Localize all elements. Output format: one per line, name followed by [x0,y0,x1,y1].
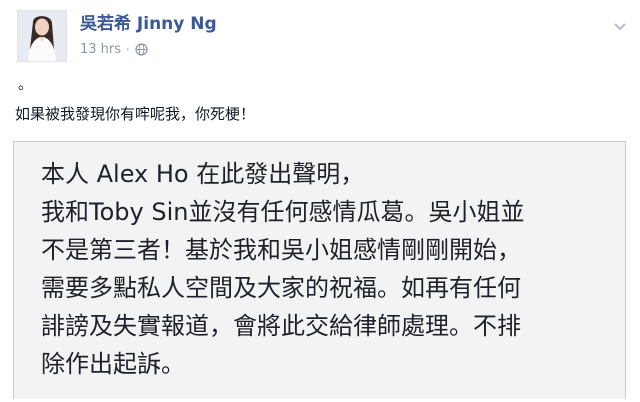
post-status-text: 如果被我發現你有哰呢我，你死梗！ [15,105,256,123]
statement-line: 誹謗及失實報道，會將此交給律師處理。不排 [41,312,521,340]
status-mark: 。 [18,77,32,93]
statement-image-card[interactable]: 本人 Alex Ho 在此發出聲明， 我和Toby Sin並沒有任何感情瓜葛。吳… [13,141,626,399]
avatar[interactable] [17,10,67,62]
author-name[interactable]: 吳若希 Jinny Ng [80,13,217,35]
globe-icon[interactable] [134,42,148,56]
avatar-image [18,11,66,61]
statement-text: 本人 Alex Ho 在此發出聲明， 我和Toby Sin並沒有任何感情瓜葛。吳… [41,155,616,383]
meta-separator: · [126,42,130,56]
post-meta: 13 hrs · [80,41,148,57]
facebook-post: 吳若希 Jinny Ng 13 hrs · 。 如果被我發現你有哰呢我，你死梗！… [0,0,640,402]
statement-line: 除作出起訴。 [41,350,185,378]
statement-line: 我和Toby Sin並沒有任何感情瓜葛。吳小姐並 [41,198,525,226]
chevron-down-icon[interactable] [612,18,628,31]
post-timestamp[interactable]: 13 hrs [80,42,121,57]
statement-line: 不是第三者！基於我和吳小姐感情剛剛開始， [41,236,521,264]
statement-line: 需要多點私人空間及大家的祝福。如再有任何 [41,274,521,302]
statement-line: 本人 Alex Ho 在此發出聲明， [41,160,365,188]
